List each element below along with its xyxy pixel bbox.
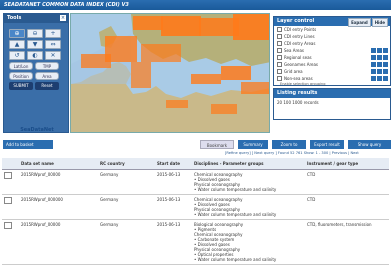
- cell-date: 2015-06-13: [155, 194, 192, 220]
- layer-row[interactable]: Non-sea areas: [274, 75, 390, 82]
- layer-row[interactable]: Sea Areas: [274, 47, 390, 54]
- down-button[interactable]: ▼: [27, 40, 43, 49]
- app-title: SEADATANET COMMON DATA INDEX (CDI) V3: [0, 0, 391, 10]
- refresh-button[interactable]: ↺: [9, 51, 25, 60]
- column-header[interactable]: Data set name: [19, 158, 98, 170]
- layer-checkbox[interactable]: [277, 62, 282, 67]
- column-header[interactable]: Instrument / gear type: [305, 158, 389, 170]
- layer-control-title: Layer control: [277, 18, 315, 24]
- cell-date: 2015-06-13: [155, 219, 192, 265]
- cell-instrument: CTD: [305, 169, 389, 195]
- tmp-button[interactable]: TMP: [35, 62, 59, 70]
- layer-checkbox[interactable]: [277, 48, 282, 53]
- export-result-button[interactable]: Export result: [310, 140, 344, 149]
- column-header[interactable]: RC country: [98, 158, 155, 170]
- cell-country: Germany: [98, 219, 155, 265]
- measure-button[interactable]: ⇔: [45, 40, 61, 49]
- tools-title: Tools: [4, 14, 68, 23]
- cell-disciplines: Biological oceanography • Pigments Chemi…: [192, 219, 305, 265]
- row-checkbox[interactable]: [4, 197, 12, 204]
- zoom-to-selected-button[interactable]: Zoom to selected: [272, 140, 306, 156]
- map-canvas: [71, 14, 269, 132]
- layer-checkbox[interactable]: [277, 69, 282, 74]
- results-table: Data set name RC country Start date Disc…: [2, 158, 389, 265]
- layer-row[interactable]: Grid area: [274, 68, 390, 75]
- layer-row[interactable]: CDI entry Lines: [274, 33, 390, 40]
- listing-options[interactable]: 20 100 1000 records: [274, 98, 390, 107]
- cell-instrument: CTD: [305, 194, 389, 220]
- cell-name[interactable]: 2015RWprof_00000: [19, 169, 98, 195]
- map-view[interactable]: [70, 13, 270, 133]
- latlon-button[interactable]: Lat/Lon: [9, 62, 33, 70]
- pan-button[interactable]: +: [45, 29, 61, 38]
- up-button[interactable]: ▲: [9, 40, 25, 49]
- cell-instrument: CTD, fluorometers, transmission: [305, 219, 389, 265]
- zoom-out-button[interactable]: ⊖: [27, 29, 43, 38]
- table-row[interactable]: 2015RWprof_00000 Germany 2015-06-13 Chem…: [2, 169, 389, 195]
- select-column-header: [2, 158, 19, 170]
- zoom-in-button[interactable]: ⊕: [9, 29, 25, 38]
- tools-panel: Tools × ⊕ ⊖ + ▲ ▼ ⇔ ↺ ◐ ✕ Lat/Lon TMP Position A…: [3, 13, 69, 133]
- result-navigation[interactable]: [Refine query] [ Next query ] Found 52 7…: [225, 151, 359, 155]
- cell-name[interactable]: 2015RWprof_000000: [19, 194, 98, 220]
- area-button[interactable]: Area: [35, 72, 59, 80]
- action-bar: Add to basket Bookmark Summary Zoom to s…: [0, 138, 391, 156]
- layer-checkbox[interactable]: [277, 27, 282, 32]
- layer-row[interactable]: CDI entry Points: [274, 26, 390, 33]
- table-row[interactable]: 2015RWprof_00000 Germany 2015-06-13 Biol…: [2, 219, 389, 265]
- layer-checkbox[interactable]: [277, 41, 282, 46]
- layer-checkbox[interactable]: [277, 76, 282, 81]
- layer-row[interactable]: CDI entry Areas: [274, 40, 390, 47]
- show-query-button[interactable]: Show query: [348, 140, 391, 149]
- column-header[interactable]: Disciplines - Parameter groups: [192, 158, 305, 170]
- close-icon[interactable]: ×: [60, 15, 66, 21]
- table-header-row: Data set name RC country Start date Disc…: [2, 158, 389, 170]
- reset-button[interactable]: Reset: [35, 82, 59, 90]
- listing-title: Listing results: [274, 89, 390, 98]
- layer-button[interactable]: ◐: [27, 51, 43, 60]
- layer-checkbox[interactable]: [277, 55, 282, 60]
- summary-button[interactable]: Summary: [238, 140, 268, 149]
- cell-disciplines: Chemical oceanography • Dissolved gases …: [192, 194, 305, 220]
- column-header[interactable]: Start date: [155, 158, 192, 170]
- layer-control-panel: Layer control Expand Hide CDI entry Point…: [273, 16, 391, 86]
- cell-name[interactable]: 2015RWprof_00000: [19, 219, 98, 265]
- layer-row[interactable]: Regional seas: [274, 54, 390, 61]
- layer-checkbox[interactable]: [277, 34, 282, 39]
- cell-country: Germany: [98, 169, 155, 195]
- cell-country: Germany: [98, 194, 155, 220]
- cell-date: 2015-06-13: [155, 169, 192, 195]
- add-to-basket-button[interactable]: Add to basket: [3, 140, 53, 149]
- position-button[interactable]: Position: [9, 72, 33, 80]
- row-checkbox[interactable]: [4, 222, 12, 229]
- layer-row[interactable]: Geonames Areas: [274, 61, 390, 68]
- submit-button[interactable]: SUBMIT: [9, 82, 33, 90]
- clear-button[interactable]: ✕: [45, 51, 61, 60]
- table-row[interactable]: 2015RWprof_000000 Germany 2015-06-13 Che…: [2, 194, 389, 220]
- bookmark-button[interactable]: Bookmark: [200, 140, 234, 149]
- listing-results-panel: Listing results 20 100 1000 records: [273, 88, 391, 120]
- row-checkbox[interactable]: [4, 172, 12, 179]
- cell-disciplines: Chemical oceanography • Dissolved gases …: [192, 169, 305, 195]
